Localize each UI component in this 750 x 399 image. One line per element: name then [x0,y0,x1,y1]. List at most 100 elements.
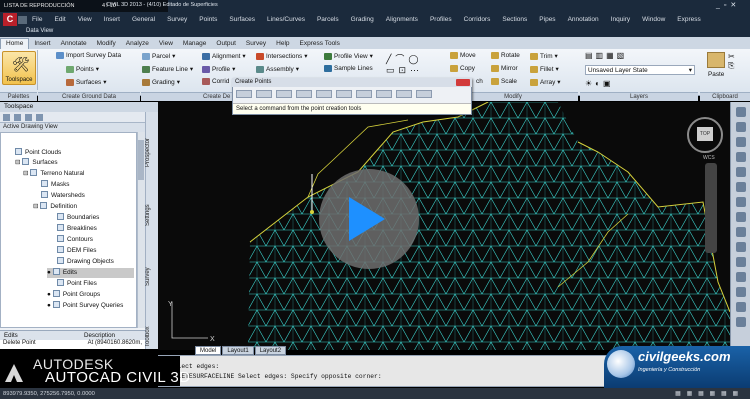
tab-toolbox[interactable]: Toolbox [145,322,158,352]
toolspace-button[interactable]: 🛠 Toolspace [2,51,36,85]
tab-home[interactable]: Home [0,38,30,49]
status-toggles[interactable]: ▦▦▦▦▦▦ [675,391,750,397]
play-icon[interactable] [349,197,385,241]
menu-general[interactable]: General [126,16,161,23]
point-tool-button[interactable] [416,89,432,98]
command-prompt-line[interactable]: DELETESURFACELINE Select edges: Specify … [170,373,382,380]
surfaces-button[interactable]: Surfaces ▾ [66,78,106,86]
profile-button[interactable]: Profile ▾ [202,65,235,73]
menu-grading[interactable]: Grading [345,16,380,23]
wcs-label[interactable]: WCS [703,155,715,161]
toolbar-icon[interactable] [36,114,43,121]
move-button[interactable]: Move [450,52,476,59]
tab-help[interactable]: Help [271,39,294,49]
point-tool-button[interactable] [236,89,252,98]
tree-item-edits[interactable]: ● Edits [47,268,134,278]
palette-icon[interactable] [735,152,746,162]
palette-icon[interactable] [735,257,746,267]
palette-icon[interactable] [735,122,746,132]
tree-item-point-groups[interactable]: ● Point Groups [47,290,100,300]
clipboard-icon[interactable] [707,52,725,68]
layer-tools-row[interactable]: ▤▥▦▧ [585,51,627,60]
palette-icon[interactable] [735,167,746,177]
tab-prospector[interactable]: Prospector [145,132,158,172]
menu-alignments[interactable]: Alignments [380,16,424,23]
toolbar-icon[interactable] [3,114,10,121]
paste-button[interactable]: Paste [708,71,724,78]
palette-icon[interactable] [735,272,746,282]
parcel-button[interactable]: Parcel ▾ [142,52,175,60]
tree-item-dem-files[interactable]: DEM Files [57,246,96,256]
tree-item-surfaces[interactable]: ⊟ Surfaces [15,158,58,168]
palette-icon[interactable] [735,242,746,252]
edits-column-header[interactable]: Edits [0,331,80,340]
description-column-header[interactable]: Description [80,331,119,340]
copy-button[interactable]: Copy [450,65,475,72]
tab-express-tools[interactable]: Express Tools [295,39,345,49]
toolbar-icon[interactable] [25,114,32,121]
feature-line-button[interactable]: Feature Line ▾ [142,65,193,73]
menu-file[interactable]: File [26,16,48,23]
menu-insert[interactable]: Insert [98,16,126,23]
point-tool-button[interactable] [316,89,332,98]
tab-layout1[interactable]: Layout1 [222,346,254,355]
trim-button[interactable]: Trim ▾ [530,52,558,60]
menu-lines-curves[interactable]: Lines/Curves [261,16,311,23]
grading-button[interactable]: Grading ▾ [142,78,180,86]
point-tool-button[interactable] [256,89,272,98]
menu-corridors[interactable]: Corridors [458,16,497,23]
active-drawing-view[interactable]: Active Drawing View [0,123,145,132]
tree-item-contours[interactable]: Contours [57,235,93,245]
tree-item-terreno-natural[interactable]: ⊟ Terreno Natural [23,169,84,179]
mirror-button[interactable]: Mirror [491,65,518,72]
navigation-bar[interactable] [705,163,717,253]
sample-lines-button[interactable]: Sample Lines [324,65,373,72]
point-tool-button[interactable] [376,89,392,98]
palette-icon[interactable] [735,182,746,192]
create-points-title[interactable]: Create Points [232,78,472,87]
tab-layout2[interactable]: Layout2 [254,346,287,355]
tab-analyze[interactable]: Analyze [121,39,154,49]
menu-points[interactable]: Points [193,16,223,23]
point-tool-button[interactable] [336,89,352,98]
stretch-button[interactable]: ch [476,78,483,85]
palette-icon[interactable] [735,212,746,222]
viewcube-top[interactable]: TOP [697,127,713,141]
palette-icon[interactable] [735,227,746,237]
tab-output[interactable]: Output [211,39,241,49]
menu-survey[interactable]: Survey [161,16,193,23]
close-icon[interactable] [456,79,470,86]
tree-item-point-files[interactable]: Point Files [57,279,97,289]
menu-edit[interactable]: Edit [48,16,71,23]
panel-layers[interactable]: Layers [580,92,698,101]
points-button[interactable]: Points ▾ [66,65,99,73]
layer-tools-row-2[interactable]: ☀◐▣ [585,79,614,88]
tab-insert[interactable]: Insert [29,39,55,49]
palette-icon[interactable] [735,197,746,207]
assembly-button[interactable]: Assembly ▾ [256,65,299,73]
point-tool-button[interactable] [296,89,312,98]
panel-create-ground[interactable]: Create Ground Data [38,92,140,101]
corridor-button[interactable]: Corrid [202,78,229,85]
rotate-button[interactable]: Rotate [491,52,520,59]
tree-item-drawing-objects[interactable]: Drawing Objects [57,257,114,267]
tab-modify[interactable]: Modify [92,39,121,49]
palette-icon[interactable] [735,107,746,117]
panel-clipboard[interactable]: Clipboard [700,92,750,101]
menu-annotation[interactable]: Annotation [562,16,605,23]
draw-tools-row-2[interactable]: ▭⊡⋯ [386,65,423,76]
tree-scrollbar-thumb[interactable] [138,140,144,180]
menu-parcels[interactable]: Parcels [311,16,345,23]
tree-item-point-clouds[interactable]: Point Clouds [15,148,61,158]
tree-item-boundaries[interactable]: Boundaries [57,213,99,223]
clipboard-small-tools[interactable]: ✂ ⎘ [728,52,735,70]
tab-survey[interactable]: Survey [241,39,271,49]
menu-pipes[interactable]: Pipes [533,16,561,23]
tab-annotate[interactable]: Annotate [56,39,92,49]
menu-surfaces[interactable]: Surfaces [223,16,261,23]
tab-survey[interactable]: Survey [145,262,158,292]
table-row[interactable]: Delete Point At (8940160.8620m, [0,340,145,349]
point-tool-button[interactable] [276,89,292,98]
palette-icon[interactable] [735,302,746,312]
intersections-button[interactable]: Intersections ▾ [256,52,307,60]
